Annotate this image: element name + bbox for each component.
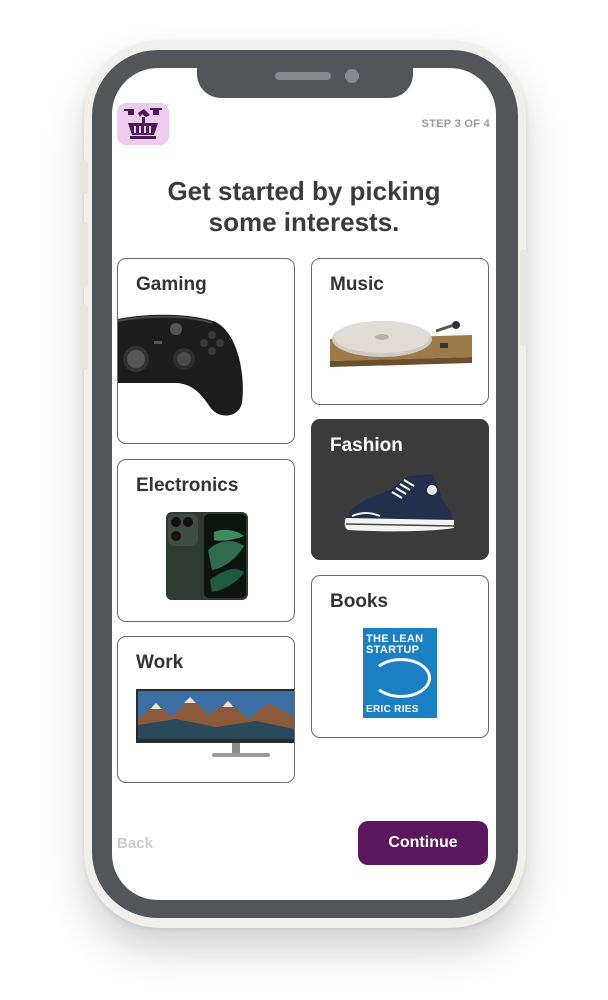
- interest-card-gaming[interactable]: Gaming: [117, 258, 295, 444]
- phone-side-button: [520, 250, 528, 346]
- phone-side-button: [80, 160, 88, 194]
- interest-card-fashion[interactable]: Fashion: [311, 419, 489, 560]
- interest-card-electronics[interactable]: Electronics: [117, 459, 295, 622]
- card-label: Books: [330, 591, 389, 612]
- card-label: Work: [136, 652, 184, 673]
- phone-side-button: [80, 304, 88, 370]
- card-label: Music: [330, 274, 384, 295]
- page-title: Get started by picking some interests.: [112, 176, 496, 238]
- app-logo: [117, 103, 169, 145]
- market-basket-drone-icon: [124, 108, 162, 139]
- card-label: Gaming: [136, 274, 207, 295]
- interest-card-work[interactable]: Work: [117, 636, 295, 783]
- interest-card-books[interactable]: Books THE LEAN STARTUP ERIC RIES: [311, 575, 489, 738]
- interest-card-music[interactable]: Music: [311, 258, 489, 405]
- book-cover: THE LEAN STARTUP ERIC RIES: [363, 628, 437, 718]
- turntable-icon: [330, 321, 472, 367]
- book-circle-graphic: [371, 658, 431, 698]
- page-title-line: some interests.: [208, 207, 400, 237]
- step-indicator: STEP 3 OF 4: [421, 118, 490, 130]
- smartphone-icon: [166, 512, 248, 600]
- front-camera: [345, 69, 359, 83]
- card-label: Electronics: [136, 475, 239, 496]
- book-title-line: STARTUP: [366, 644, 420, 656]
- monitor-icon: [136, 689, 294, 757]
- speaker-grille: [275, 72, 331, 80]
- phone-side-button: [80, 222, 88, 288]
- sneaker-icon: [344, 474, 455, 532]
- card-label: Fashion: [330, 435, 403, 456]
- book-author: ERIC RIES: [366, 704, 419, 715]
- back-button[interactable]: Back: [117, 835, 153, 852]
- game-controller-icon: [118, 314, 243, 416]
- page-title-line: Get started by picking: [167, 176, 441, 206]
- continue-button[interactable]: Continue: [358, 821, 488, 865]
